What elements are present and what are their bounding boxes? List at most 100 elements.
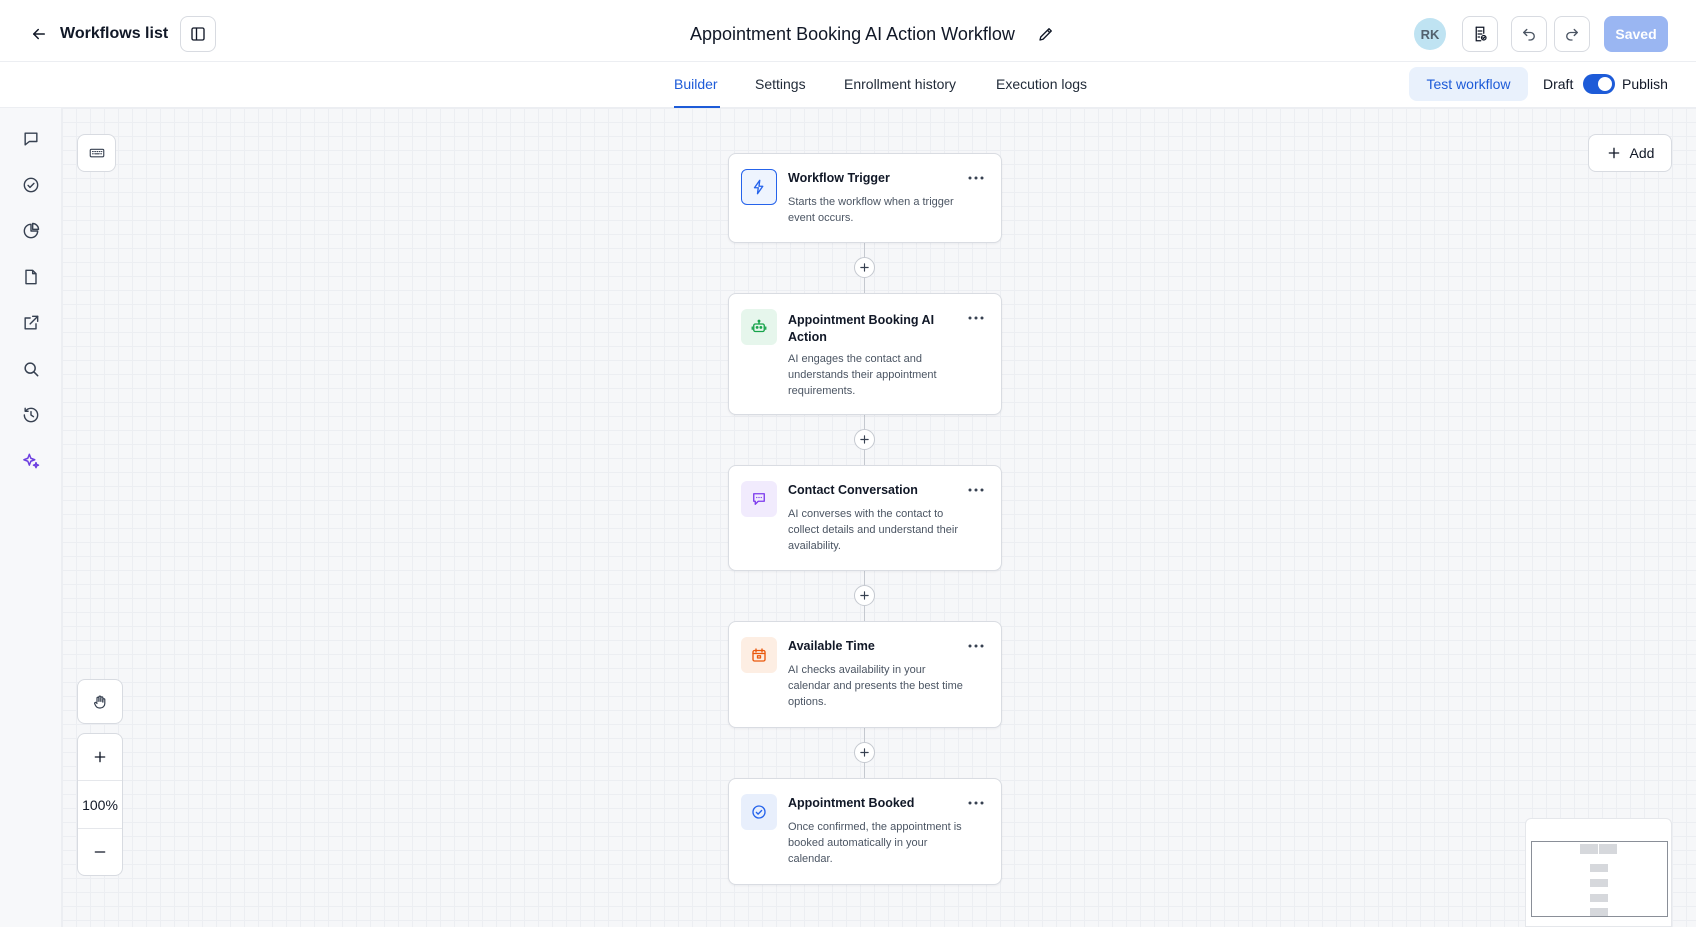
insert-step-button[interactable] bbox=[854, 585, 875, 606]
node-title: Workflow Trigger bbox=[788, 171, 890, 185]
insert-step-button[interactable] bbox=[854, 429, 875, 450]
insert-step-button[interactable] bbox=[854, 742, 875, 763]
message-square-icon bbox=[24, 132, 38, 146]
open-external-rail-button[interactable] bbox=[20, 312, 42, 334]
more-horizontal-icon bbox=[968, 176, 984, 180]
history-clock-icon bbox=[23, 407, 39, 423]
keyboard-icon bbox=[89, 148, 104, 158]
check-circle-icon bbox=[23, 177, 39, 193]
more-horizontal-icon bbox=[968, 488, 984, 492]
calendar-icon bbox=[741, 637, 777, 673]
workflow-node-conversation[interactable]: Contact Conversation AI converses with t… bbox=[728, 465, 1002, 571]
file-icon bbox=[25, 269, 37, 285]
workflow-node-ai-action[interactable]: Appointment Booking AI Action AI engages… bbox=[728, 293, 1002, 415]
tabs-bar: Builder Settings Enrollment history Exec… bbox=[0, 62, 1696, 108]
plus-icon bbox=[1608, 147, 1619, 159]
external-link-icon bbox=[24, 315, 39, 330]
workflow-title: Appointment Booking AI Action Workflow bbox=[690, 22, 1055, 46]
pencil-edit-icon[interactable] bbox=[1037, 25, 1055, 43]
test-workflow-button[interactable]: Test workflow bbox=[1409, 67, 1528, 101]
search-icon bbox=[24, 362, 39, 377]
redo-icon bbox=[1566, 28, 1578, 41]
back-link-label: Workflows list bbox=[60, 25, 169, 42]
node-description: AI checks availability in your calendar … bbox=[788, 664, 963, 708]
minus-icon bbox=[94, 851, 106, 853]
chat-icon bbox=[741, 481, 777, 517]
zoom-controls: 100% bbox=[77, 733, 123, 876]
add-button-label: Add bbox=[1629, 145, 1655, 161]
pie-chart-icon bbox=[23, 222, 40, 239]
canvas-minimap[interactable] bbox=[1525, 818, 1672, 927]
node-more-menu[interactable] bbox=[967, 312, 985, 324]
keyboard-shortcuts-button[interactable] bbox=[77, 134, 116, 172]
tasks-rail-button[interactable] bbox=[20, 174, 42, 196]
add-node-button[interactable]: Add bbox=[1588, 134, 1672, 172]
workflow-node-booked[interactable]: Appointment Booked Once confirmed, the a… bbox=[728, 778, 1002, 885]
node-title: Appointment Booked bbox=[788, 796, 915, 810]
minimap-node bbox=[1599, 844, 1617, 854]
documents-rail-button[interactable] bbox=[20, 266, 42, 288]
sidebar-panel-icon bbox=[191, 27, 205, 41]
node-description: Starts the workflow when a trigger event… bbox=[788, 196, 954, 224]
plus-icon bbox=[860, 263, 869, 272]
undo-icon bbox=[1523, 28, 1535, 41]
search-rail-button[interactable] bbox=[20, 358, 42, 380]
insert-step-button[interactable] bbox=[854, 257, 875, 278]
publish-label: Publish bbox=[1622, 76, 1668, 92]
node-more-menu[interactable] bbox=[967, 797, 985, 809]
draft-label: Draft bbox=[1543, 76, 1574, 92]
undo-button[interactable] bbox=[1511, 16, 1547, 52]
zoom-level: 100% bbox=[78, 780, 122, 829]
history-rail-button[interactable] bbox=[20, 404, 42, 426]
arrow-left-icon bbox=[33, 28, 45, 40]
publish-toggle[interactable] bbox=[1583, 74, 1615, 94]
toggle-sidebar-button[interactable] bbox=[180, 16, 216, 52]
document-check-icon bbox=[1475, 26, 1487, 42]
plus-icon bbox=[860, 748, 869, 757]
minimap-node bbox=[1590, 879, 1608, 887]
zoom-in-button[interactable] bbox=[78, 734, 122, 780]
node-more-menu[interactable] bbox=[967, 172, 985, 184]
more-horizontal-icon bbox=[968, 644, 984, 648]
saved-button[interactable]: Saved bbox=[1604, 16, 1668, 52]
workflow-node-trigger[interactable]: Workflow Trigger Starts the workflow whe… bbox=[728, 153, 1002, 243]
tab-settings[interactable]: Settings bbox=[755, 62, 806, 108]
pan-hand-button[interactable] bbox=[77, 679, 123, 724]
minimap-node bbox=[1590, 908, 1608, 916]
node-title: Contact Conversation bbox=[788, 483, 918, 497]
node-description: AI engages the contact and understands t… bbox=[788, 353, 937, 397]
notes-button[interactable] bbox=[1462, 16, 1498, 52]
redo-button[interactable] bbox=[1554, 16, 1590, 52]
node-description: Once confirmed, the appointment is booke… bbox=[788, 821, 962, 865]
user-avatar[interactable]: RK bbox=[1414, 18, 1446, 50]
plus-icon bbox=[860, 435, 869, 444]
tab-builder[interactable]: Builder bbox=[674, 62, 720, 108]
analytics-rail-button[interactable] bbox=[20, 220, 42, 242]
minimap-node bbox=[1580, 844, 1598, 854]
node-more-menu[interactable] bbox=[967, 484, 985, 496]
lightning-icon bbox=[741, 169, 777, 205]
check-circle-icon bbox=[741, 794, 777, 830]
node-title: Appointment Booking AI Action bbox=[788, 313, 935, 344]
left-tool-rail bbox=[0, 108, 62, 927]
node-more-menu[interactable] bbox=[967, 640, 985, 652]
more-horizontal-icon bbox=[968, 801, 984, 805]
minimap-node bbox=[1590, 894, 1608, 902]
ai-assistant-rail-button[interactable] bbox=[20, 450, 42, 472]
robot-icon bbox=[741, 309, 777, 345]
hand-icon bbox=[94, 695, 106, 709]
plus-icon bbox=[94, 751, 106, 763]
workflow-title-text: Appointment Booking AI Action Workflow bbox=[690, 23, 1015, 44]
zoom-out-button[interactable] bbox=[78, 829, 122, 875]
back-to-workflows-link[interactable]: Workflows list bbox=[30, 20, 168, 48]
plus-icon bbox=[860, 591, 869, 600]
minimap-node bbox=[1590, 864, 1608, 872]
workflow-node-available-time[interactable]: Available Time AI checks availability in… bbox=[728, 621, 1002, 728]
tab-execution-logs[interactable]: Execution logs bbox=[996, 62, 1087, 108]
more-horizontal-icon bbox=[968, 316, 984, 320]
tab-enrollment-history[interactable]: Enrollment history bbox=[844, 62, 956, 108]
sparkles-icon bbox=[23, 453, 40, 469]
comments-rail-button[interactable] bbox=[20, 128, 42, 150]
node-title: Available Time bbox=[788, 639, 875, 653]
node-description: AI converses with the contact to collect… bbox=[788, 508, 958, 552]
